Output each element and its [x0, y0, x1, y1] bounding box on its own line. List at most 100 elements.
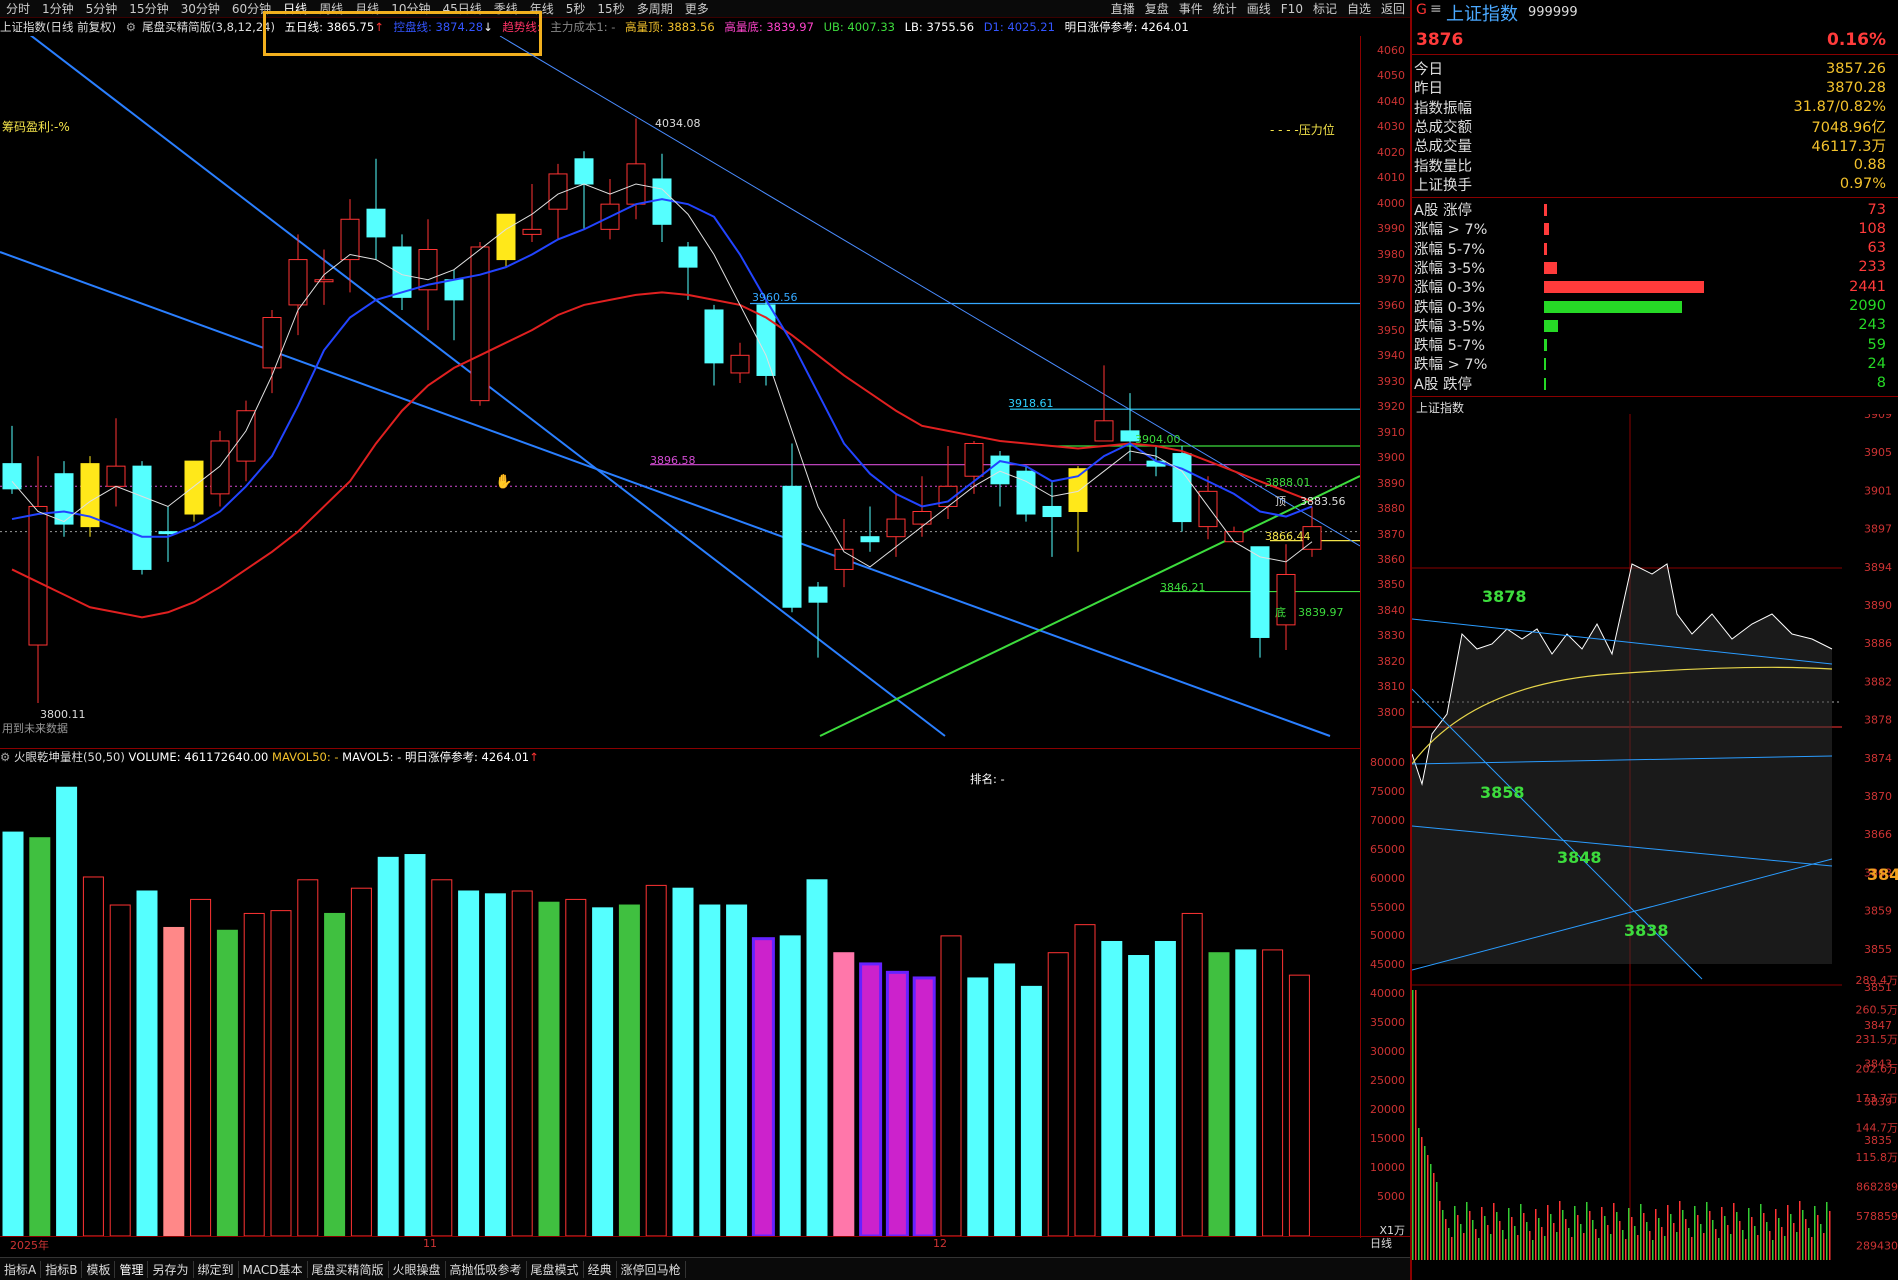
- candle: [1068, 466, 1088, 552]
- chip-profit-label: 筹码盈利:-%: [2, 120, 70, 134]
- pressure-label: - - - -压力位: [1270, 122, 1335, 137]
- bottom-tab-3[interactable]: 管理: [115, 1261, 149, 1278]
- bottom-tab-10[interactable]: 尾盘模式: [527, 1261, 584, 1278]
- quote-label: 总成交额: [1414, 119, 1472, 136]
- volume-bar: [297, 879, 319, 1236]
- volume-axis: 80000 75000 70000 65000 60000 55000 50000 45000…: [1360, 748, 1411, 1238]
- mini-price-tick: 3859: [1864, 905, 1892, 918]
- settings-icon[interactable]: ⚙: [0, 750, 10, 764]
- volume-bar: [779, 935, 801, 1236]
- period-0[interactable]: 分时: [0, 0, 36, 17]
- quote-label: 指数振幅: [1414, 100, 1472, 117]
- bottom-tab-8[interactable]: 火眼操盘: [389, 1261, 446, 1278]
- bottom-tab-6[interactable]: MACD基本: [239, 1261, 308, 1278]
- quote-row: 昨日 3870.28: [1414, 78, 1894, 98]
- price-tick: 3810: [1377, 680, 1405, 694]
- bottom-tab-4[interactable]: 另存为: [148, 1261, 194, 1278]
- quote-value: 46117.3万: [1811, 139, 1886, 156]
- change-percent: 0.16%: [1827, 30, 1886, 50]
- volume-bar: [618, 904, 640, 1236]
- period-4[interactable]: 30分钟: [175, 0, 226, 17]
- mini-price-tick: 3909: [1864, 414, 1892, 421]
- price-tick: 4060: [1377, 44, 1405, 57]
- bottom-tab-12[interactable]: 涨停回马枪: [617, 1261, 686, 1278]
- settings-icon[interactable]: ⚙: [126, 20, 136, 34]
- menu-icon[interactable]: ≡: [1430, 1, 1442, 17]
- low-price-label: 3800.11: [40, 708, 86, 721]
- breadth-row: A股 涨停 73: [1414, 200, 1894, 220]
- volume-tick: 50000: [1370, 929, 1405, 943]
- indicator-info-line: 上证指数(日线 前复权) ⚙ 尾盘买精简版(3,8,12,24) 五日线: 386…: [0, 19, 1360, 36]
- candle: [678, 241, 698, 300]
- period-1[interactable]: 1分钟: [36, 0, 80, 17]
- current-price: 3876: [1416, 30, 1464, 50]
- candle: [704, 304, 724, 386]
- period-3[interactable]: 15分钟: [123, 0, 174, 17]
- tool-7[interactable]: 自选: [1342, 0, 1376, 17]
- tool-1[interactable]: 复盘: [1140, 0, 1174, 17]
- bottom-tab-1[interactable]: 指标B: [41, 1261, 83, 1278]
- candle: [236, 400, 256, 482]
- volume-bar: [565, 898, 587, 1236]
- intraday-chart[interactable]: 3909 3905 3901 3897 3894 3890 3886 3882 3878 3874…: [1412, 414, 1898, 1260]
- price-tick: 3880: [1377, 502, 1405, 516]
- candle: [808, 582, 828, 658]
- volume-bar: [1288, 974, 1310, 1236]
- top-marker-value: 3883.56: [1300, 495, 1346, 508]
- volume-bar: [726, 904, 748, 1236]
- volume-chart[interactable]: [0, 766, 1360, 1236]
- period-15[interactable]: 多周期: [631, 0, 679, 17]
- mini-volume-tick: 578859: [1856, 1210, 1898, 1223]
- period-14[interactable]: 15秒: [591, 0, 630, 17]
- candle: [262, 309, 282, 394]
- volume-bar: [1262, 949, 1284, 1236]
- mini-price-tick: 3901: [1864, 484, 1892, 497]
- price-tick: 3940: [1377, 349, 1405, 363]
- volume-indicator-name[interactable]: 火眼乾坤量柱(50,50): [14, 750, 125, 764]
- bottom-tab-0[interactable]: 指标A: [0, 1261, 42, 1278]
- candle: [1224, 526, 1244, 543]
- price-tick: 3950: [1377, 323, 1405, 337]
- tool-5[interactable]: F10: [1276, 2, 1308, 16]
- mini-volume-tick: 173.7万: [1856, 1092, 1898, 1105]
- breadth-label: 跌幅 0-3%: [1414, 299, 1486, 316]
- breadth-label: 涨幅 5-7%: [1414, 241, 1486, 258]
- quote-label: 昨日: [1414, 81, 1443, 98]
- breadth-label: A股 涨停: [1414, 203, 1473, 219]
- bottom-tab-7[interactable]: 尾盘买精简版: [308, 1261, 389, 1278]
- bottom-marker-value: 3839.97: [1298, 606, 1344, 619]
- volume-tick: 75000: [1370, 784, 1405, 798]
- period-13[interactable]: 5秒: [560, 0, 592, 17]
- candle: [600, 178, 620, 240]
- kline-chart[interactable]: 筹码盈利:-% - - - -压力位用到未来数据 4034.08 3800.11 396…: [0, 36, 1360, 748]
- price-tick: 3890: [1377, 476, 1405, 490]
- price-tick: 4020: [1377, 145, 1405, 159]
- volume-bar: [592, 907, 614, 1236]
- quote-label: 今日: [1414, 62, 1443, 78]
- volume-bar: [1208, 952, 1230, 1236]
- tool-2[interactable]: 事件: [1174, 0, 1208, 17]
- quote-row: 总成交额 7048.96亿: [1414, 117, 1894, 136]
- tool-6[interactable]: 标记: [1308, 0, 1342, 17]
- period-label[interactable]: 日线: [1370, 1235, 1392, 1251]
- tool-3[interactable]: 统计: [1208, 0, 1242, 17]
- volume-tick: 45000: [1370, 958, 1405, 972]
- tool-8[interactable]: 返回: [1376, 0, 1410, 17]
- bottom-tab-2[interactable]: 模板: [82, 1261, 116, 1278]
- candle: [730, 342, 750, 384]
- volume-bar: [29, 837, 51, 1236]
- indicator-name[interactable]: 尾盘买精简版(3,8,12,24): [142, 20, 275, 34]
- bottom-tab-5[interactable]: 绑定到: [194, 1261, 239, 1278]
- price-tick: 3920: [1377, 400, 1405, 414]
- breadth-label: 跌幅 3-5%: [1414, 318, 1486, 335]
- mini-price-tick: 3855: [1864, 943, 1892, 956]
- tool-4[interactable]: 画线: [1242, 0, 1276, 17]
- mini-level-label: 3858: [1480, 783, 1525, 802]
- period-16[interactable]: 更多: [679, 0, 715, 17]
- bottom-tab-9[interactable]: 高抛低吸参考: [446, 1261, 527, 1278]
- mini-volume-tick: 260.5万: [1856, 1004, 1898, 1017]
- breadth-label: 涨幅 > 7%: [1414, 222, 1488, 239]
- tool-0[interactable]: 直播: [1106, 0, 1140, 17]
- period-2[interactable]: 5分钟: [80, 0, 124, 17]
- bottom-tab-11[interactable]: 经典: [584, 1261, 617, 1278]
